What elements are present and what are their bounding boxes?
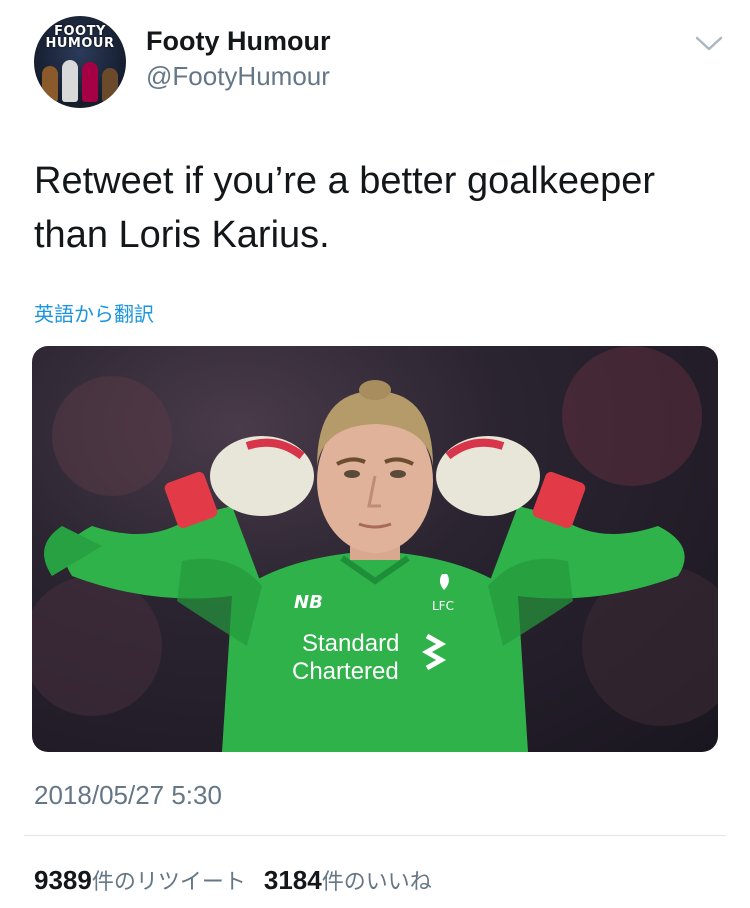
display-name[interactable]: Footy Humour [146, 26, 330, 57]
avatar-figure [82, 62, 98, 102]
chevron-down-icon[interactable] [694, 34, 724, 54]
svg-text:NB: NB [294, 592, 323, 613]
tweet-text-line: Retweet if you’re a better goalkeeper [34, 160, 656, 202]
goalkeeper-photo: NB LFC Standard Chartered [32, 346, 718, 752]
avatar-logo: FOOTY HUMOUR [34, 25, 126, 51]
tweet-timestamp[interactable]: 2018/05/27 5:30 [34, 780, 222, 811]
shirt-sponsor-line1: Standard [302, 630, 399, 657]
avatar[interactable]: FOOTY HUMOUR [34, 16, 126, 108]
tweet-stats: 9389件のリツイート 3184件のいいね [34, 864, 432, 896]
avatar-logo-line2: HUMOUR [45, 36, 115, 51]
translate-link[interactable]: 英語から翻訳 [34, 298, 154, 327]
like-count: 3184 [263, 865, 322, 895]
avatar-figure [62, 60, 78, 102]
tweet-photo[interactable]: NB LFC Standard Chartered [32, 346, 718, 752]
like-label: 件のいいね [321, 870, 432, 895]
retweet-label: 件のリツイート [91, 870, 246, 895]
shirt-sponsor-line2: Chartered [292, 658, 399, 685]
tweet-text-line: than Loris Karius. [34, 214, 330, 256]
retweet-count: 9389 [34, 865, 92, 895]
like-stat[interactable]: 3184件のいいね [264, 865, 432, 895]
user-handle[interactable]: @FootyHumour [146, 61, 330, 92]
retweet-stat[interactable]: 9389件のリツイート [34, 865, 246, 895]
avatar-figures [42, 58, 118, 102]
shirt-crest: LFC [432, 599, 454, 613]
avatar-figure [102, 68, 118, 102]
divider [24, 835, 726, 836]
tweet-text: Retweet if you’re a better goalkeeper th… [34, 154, 724, 262]
avatar-figure [42, 66, 58, 102]
